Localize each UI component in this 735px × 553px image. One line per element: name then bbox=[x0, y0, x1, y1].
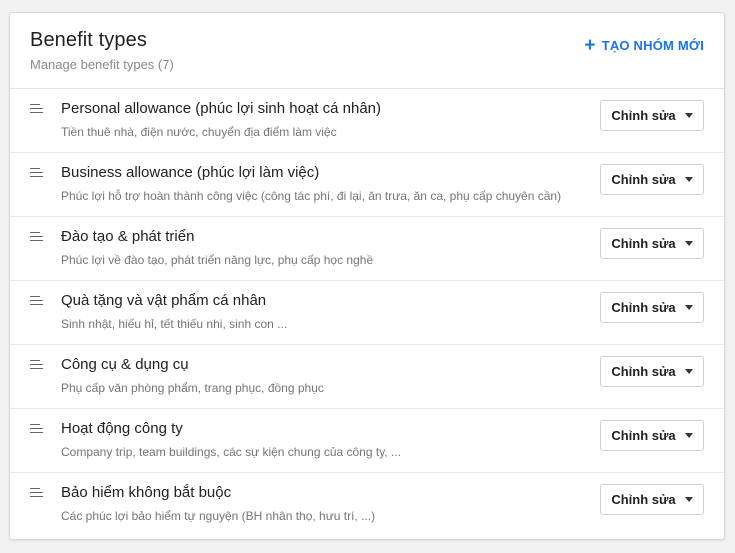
edit-label: Chỉnh sửa bbox=[611, 300, 676, 315]
item-description: Các phúc lợi bảo hiểm tự nguyện (BH nhân… bbox=[61, 509, 376, 523]
page-subtitle: Manage benefit types (7) bbox=[30, 57, 174, 72]
card-header: Benefit types Manage benefit types (7) +… bbox=[10, 13, 724, 89]
page-title: Benefit types bbox=[30, 29, 147, 51]
drag-handle-icon[interactable] bbox=[30, 104, 43, 114]
list-item: Công cụ & dụng cụ Phụ cấp văn phòng phẩm… bbox=[10, 345, 724, 409]
create-group-label: TẠO NHÓM MỚI bbox=[601, 38, 704, 53]
drag-handle-icon[interactable] bbox=[30, 232, 43, 242]
edit-label: Chỉnh sửa bbox=[611, 172, 676, 187]
edit-dropdown-button[interactable]: Chỉnh sửa bbox=[600, 164, 704, 195]
drag-handle-icon[interactable] bbox=[30, 488, 43, 498]
list-item: Bảo hiểm không bắt buộc Các phúc lợi bảo… bbox=[10, 473, 724, 537]
edit-dropdown-button[interactable]: Chỉnh sửa bbox=[600, 484, 704, 515]
edit-label: Chỉnh sửa bbox=[611, 108, 676, 123]
list-item: Business allowance (phúc lợi làm việc) P… bbox=[10, 153, 724, 217]
edit-label: Chỉnh sửa bbox=[611, 492, 676, 507]
edit-dropdown-button[interactable]: Chỉnh sửa bbox=[600, 292, 704, 323]
edit-label: Chỉnh sửa bbox=[611, 236, 676, 251]
caret-down-icon bbox=[684, 433, 693, 438]
item-description: Tiền thuê nhà, điện nước, chuyển địa điể… bbox=[61, 125, 337, 139]
plus-icon: + bbox=[584, 34, 596, 56]
benefit-types-card: Benefit types Manage benefit types (7) +… bbox=[9, 12, 725, 540]
caret-down-icon bbox=[684, 305, 693, 310]
item-title: Hoạt động công ty bbox=[61, 420, 183, 437]
list-item: Personal allowance (phúc lợi sinh hoạt c… bbox=[10, 89, 724, 153]
caret-down-icon bbox=[684, 241, 693, 246]
item-description: Phúc lợi về đào tạo, phát triển năng lực… bbox=[61, 253, 374, 267]
create-group-button[interactable]: + TẠO NHÓM MỚI bbox=[584, 34, 704, 56]
drag-handle-icon[interactable] bbox=[30, 360, 43, 370]
item-title: Bảo hiểm không bắt buộc bbox=[61, 484, 232, 501]
edit-label: Chỉnh sửa bbox=[611, 428, 676, 443]
edit-dropdown-button[interactable]: Chỉnh sửa bbox=[600, 228, 704, 259]
edit-label: Chỉnh sửa bbox=[611, 364, 676, 379]
caret-down-icon bbox=[684, 113, 693, 118]
item-description: Phụ cấp văn phòng phẩm, trang phục, đồng… bbox=[61, 381, 324, 395]
drag-handle-icon[interactable] bbox=[30, 296, 43, 306]
item-title: Quà tặng và vật phẩm cá nhân bbox=[61, 292, 267, 309]
list-item: Đào tạo & phát triển Phúc lợi về đào tạo… bbox=[10, 217, 724, 281]
benefit-type-list: Personal allowance (phúc lợi sinh hoạt c… bbox=[10, 89, 724, 537]
item-description: Sinh nhật, hiếu hỉ, tết thiếu nhi, sinh … bbox=[61, 317, 288, 331]
caret-down-icon bbox=[684, 497, 693, 502]
caret-down-icon bbox=[684, 369, 693, 374]
edit-dropdown-button[interactable]: Chỉnh sửa bbox=[600, 356, 704, 387]
item-title: Personal allowance (phúc lợi sinh hoạt c… bbox=[61, 100, 382, 117]
item-description: Company trip, team buildings, các sự kiệ… bbox=[61, 445, 401, 459]
drag-handle-icon[interactable] bbox=[30, 168, 43, 178]
item-description: Phúc lợi hỗ trợ hoàn thành công việc (cô… bbox=[61, 189, 562, 203]
item-title: Đào tạo & phát triển bbox=[61, 228, 195, 245]
caret-down-icon bbox=[684, 177, 693, 182]
item-title: Business allowance (phúc lợi làm việc) bbox=[61, 164, 320, 181]
item-title: Công cụ & dụng cụ bbox=[61, 356, 189, 373]
drag-handle-icon[interactable] bbox=[30, 424, 43, 434]
list-item: Hoạt động công ty Company trip, team bui… bbox=[10, 409, 724, 473]
edit-dropdown-button[interactable]: Chỉnh sửa bbox=[600, 420, 704, 451]
list-item: Quà tặng và vật phẩm cá nhân Sinh nhật, … bbox=[10, 281, 724, 345]
edit-dropdown-button[interactable]: Chỉnh sửa bbox=[600, 100, 704, 131]
